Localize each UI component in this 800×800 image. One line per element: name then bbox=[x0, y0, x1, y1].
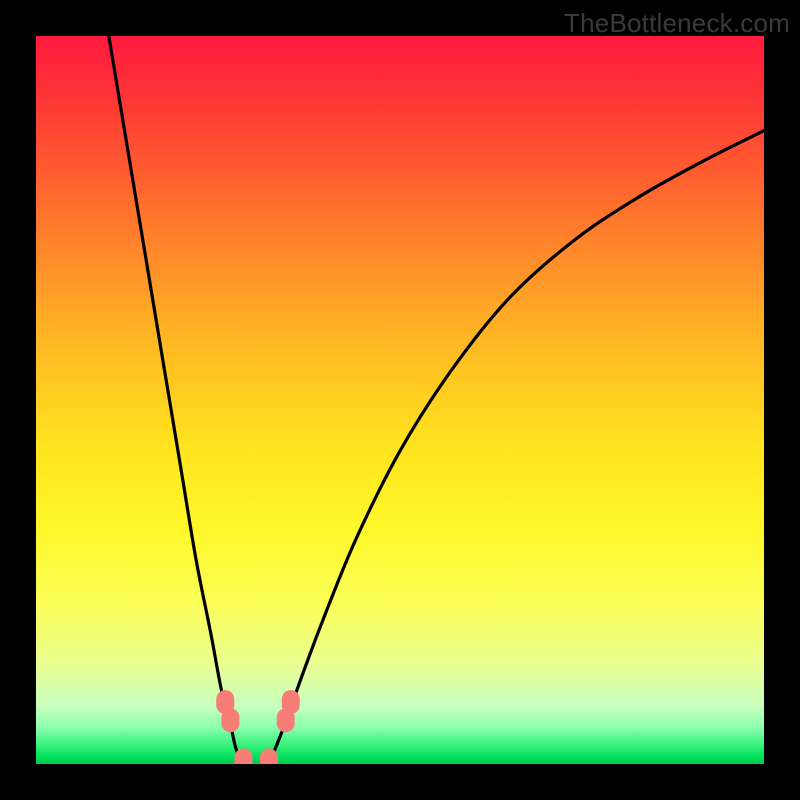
chart-frame: TheBottleneck.com bbox=[0, 0, 800, 800]
curve-left-branch bbox=[109, 36, 244, 764]
left-marker-lower bbox=[221, 708, 239, 732]
curve-layer bbox=[36, 36, 764, 764]
watermark-text: TheBottleneck.com bbox=[564, 8, 790, 39]
curve-right-branch bbox=[269, 131, 764, 764]
right-marker-lower bbox=[277, 708, 295, 732]
plot-area bbox=[36, 36, 764, 764]
